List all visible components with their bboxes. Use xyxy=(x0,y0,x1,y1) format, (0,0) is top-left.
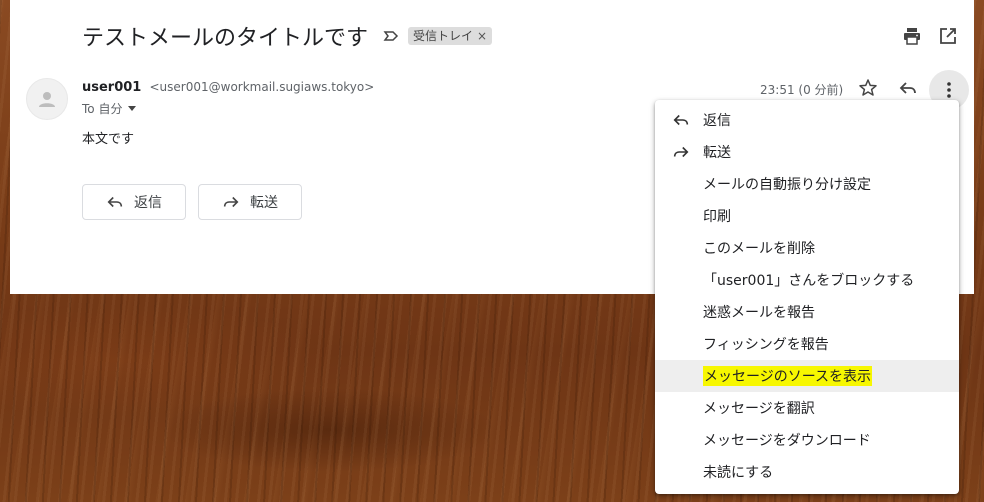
menu-item-mark-unread[interactable]: 未読にする xyxy=(655,456,959,488)
reply-button-label: 返信 xyxy=(134,195,162,211)
inbox-label-chip: 受信トレイ × xyxy=(408,27,493,45)
menu-item-label: このメールを削除 xyxy=(703,241,815,257)
reply-button[interactable]: 返信 xyxy=(82,184,186,220)
reply-icon[interactable] xyxy=(898,78,918,102)
menu-item-delete[interactable]: このメールを削除 xyxy=(655,232,959,264)
recipient-details-toggle[interactable]: To 自分 xyxy=(82,100,137,117)
sender-info: user001 <user001@workmail.sugiaws.tokyo> xyxy=(82,80,374,95)
chevron-down-icon[interactable] xyxy=(128,106,137,111)
remove-label-icon[interactable]: × xyxy=(477,27,487,45)
star-icon[interactable] xyxy=(858,78,878,102)
sender-email: <user001@workmail.sugiaws.tokyo> xyxy=(149,80,375,94)
menu-item-label: 転送 xyxy=(703,145,731,161)
menu-item-label: メッセージを翻訳 xyxy=(703,401,815,417)
menu-item-label: 未読にする xyxy=(703,465,774,481)
menu-item-label: 印刷 xyxy=(703,209,731,225)
menu-item-block-sender[interactable]: 「user001」さんをブロックする xyxy=(655,264,959,296)
more-options-menu: 返信 転送 メールの自動振り分け設定 印刷 このメールを削除 「user001」… xyxy=(655,100,959,494)
open-in-new-window-icon[interactable] xyxy=(938,26,958,46)
menu-item-label: フィッシングを報告 xyxy=(703,337,829,353)
menu-item-label: 返信 xyxy=(703,113,731,129)
email-body: 本文です xyxy=(82,132,135,147)
subject-row: テストメールのタイトルです 受信トレイ × xyxy=(82,20,493,52)
forward-button-label: 転送 xyxy=(250,195,278,211)
menu-item-forward[interactable]: 転送 xyxy=(655,136,959,168)
menu-item-print[interactable]: 印刷 xyxy=(655,200,959,232)
print-icon[interactable] xyxy=(902,26,922,46)
reply-icon xyxy=(673,114,689,126)
inbox-label-text: 受信トレイ xyxy=(413,29,474,43)
more-vert-icon xyxy=(947,82,951,98)
menu-item-show-original[interactable]: メッセージのソースを表示 xyxy=(655,360,959,392)
menu-item-report-spam[interactable]: 迷惑メールを報告 xyxy=(655,296,959,328)
menu-item-download[interactable]: メッセージをダウンロード xyxy=(655,424,959,456)
forward-icon xyxy=(223,196,239,208)
menu-item-reply[interactable]: 返信 xyxy=(655,104,959,136)
menu-item-label: メッセージをダウンロード xyxy=(703,433,871,449)
sender-name: user001 xyxy=(82,80,142,95)
top-toolbar xyxy=(902,26,958,46)
menu-item-label: メールの自動振り分け設定 xyxy=(703,177,871,193)
forward-icon xyxy=(673,146,689,158)
recipient-text: To 自分 xyxy=(82,102,123,116)
avatar[interactable] xyxy=(26,78,68,120)
menu-item-translate[interactable]: メッセージを翻訳 xyxy=(655,392,959,424)
importance-label-icon[interactable] xyxy=(382,27,400,45)
menu-item-filter-settings[interactable]: メールの自動振り分け設定 xyxy=(655,168,959,200)
menu-item-report-phishing[interactable]: フィッシングを報告 xyxy=(655,328,959,360)
email-subject: テストメールのタイトルです xyxy=(82,26,369,51)
menu-item-label: 「user001」さんをブロックする xyxy=(703,273,915,289)
forward-button[interactable]: 転送 xyxy=(198,184,302,220)
email-timestamp: 23:51 (0 分前) xyxy=(760,83,844,97)
reply-icon xyxy=(107,196,123,208)
menu-item-label: 迷惑メールを報告 xyxy=(703,305,815,321)
menu-item-label: メッセージのソースを表示 xyxy=(703,366,873,386)
